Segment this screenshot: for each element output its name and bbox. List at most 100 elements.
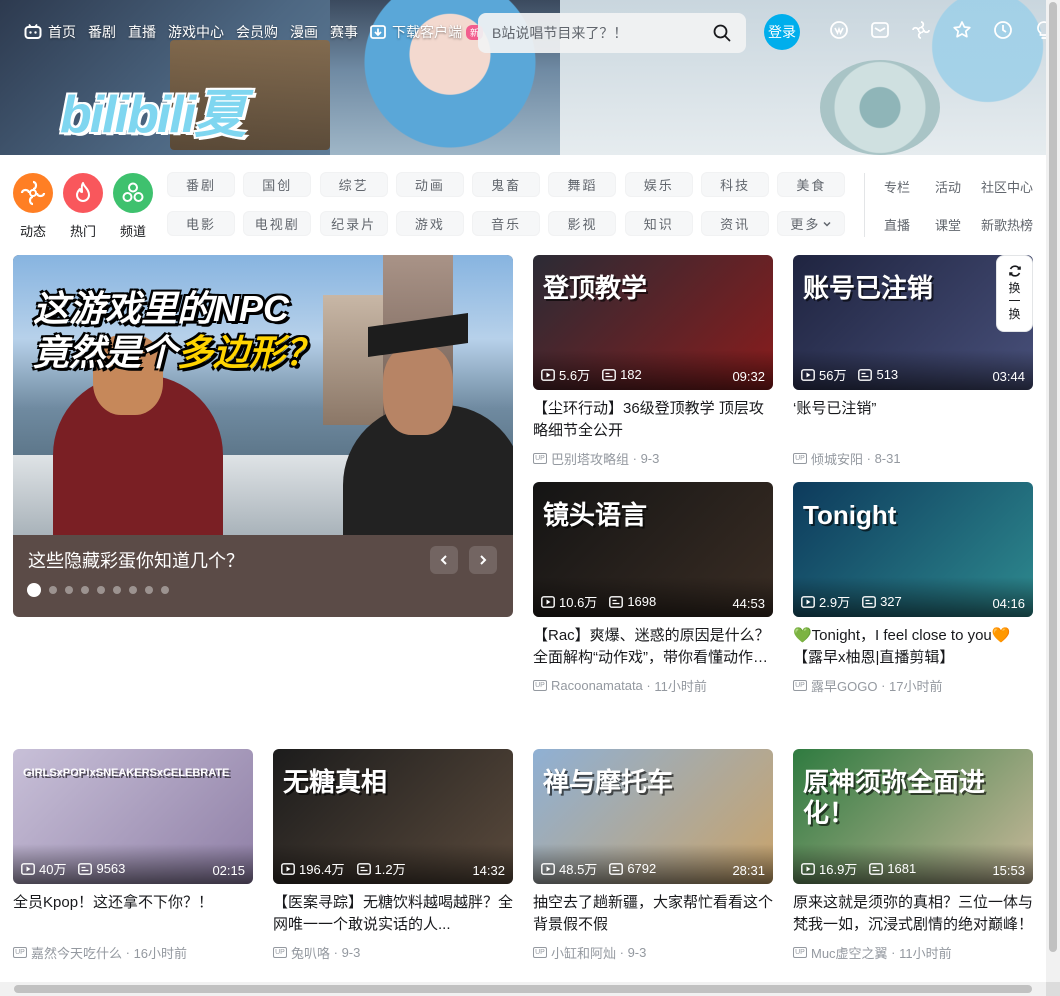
chip-variety[interactable]: 综艺 (319, 172, 388, 197)
chip-tech[interactable]: 科技 (701, 172, 770, 197)
scroll-thumb[interactable] (1049, 2, 1057, 952)
chip-tv[interactable]: 电视剧 (243, 211, 312, 236)
carousel-dot[interactable] (161, 586, 169, 594)
channel-dynamic[interactable]: 动态 (13, 173, 53, 240)
video-thumbnail[interactable]: GIRLSxPOP!xSNEAKERSxCELEBRATE 40万 9563 02:1… (13, 749, 253, 884)
link-live[interactable]: 直播 (870, 215, 924, 233)
nav-download[interactable]: 下载客户端 新 (370, 22, 484, 42)
video-author[interactable]: 兔叭咯 (291, 943, 330, 962)
chip-bangumi[interactable]: 番剧 (167, 172, 235, 197)
video-card[interactable]: 登顶教学 5.6万 182 09:32 【尘环行动】36级登顶教学 顶层攻略细节全公开 U… (533, 255, 773, 468)
chip-anime[interactable]: 动画 (395, 172, 464, 197)
video-date: 9-3 (640, 451, 660, 466)
video-thumbnail[interactable]: 登顶教学 5.6万 182 09:32 (533, 255, 773, 390)
video-author[interactable]: Muc虚空之翼 (811, 943, 888, 962)
carousel-dot[interactable] (145, 586, 153, 594)
video-title[interactable]: 【Rac】爽爆、迷惑的原因是什么？全面解构“动作戏”，带你看懂动作片的镜头语言 (533, 625, 773, 669)
video-stats: 10.6万 1698 (541, 592, 668, 611)
video-card[interactable]: Tonight 2.9万 327 04:16 💚Tonight，I feel close… (793, 482, 1033, 695)
thumbnail-text: 账号已注销 (803, 273, 934, 303)
chip-music[interactable]: 音乐 (472, 211, 541, 236)
carousel-prev-button[interactable] (430, 546, 458, 574)
link-activity[interactable]: 活动 (924, 177, 972, 195)
nav-live[interactable]: 直播 (128, 22, 156, 42)
video-author[interactable]: Racoonamatata (551, 678, 643, 693)
video-thumbnail[interactable]: 无糖真相 196.4万 1.2万 14:32 (273, 749, 513, 884)
video-title[interactable]: 全员Kpop！这还拿不下你？！ (13, 892, 253, 936)
video-thumbnail[interactable]: Tonight 2.9万 327 04:16 (793, 482, 1033, 617)
video-title[interactable]: 抽空去了趟新疆，大家帮忙看看这个背景假不假 (533, 892, 773, 936)
nav-manga[interactable]: 漫画 (290, 22, 318, 42)
horizontal-scrollbar[interactable] (0, 982, 1046, 996)
chip-food[interactable]: 美食 (777, 172, 846, 197)
nav-match[interactable]: 赛事 (330, 22, 358, 42)
nav-game-center[interactable]: 游戏中心 (168, 22, 224, 42)
carousel-dot[interactable] (129, 586, 137, 594)
video-title[interactable]: 💚Tonight，I feel close to you🧡【露早x柚恩|直播剪辑… (793, 625, 1033, 669)
video-thumbnail[interactable]: 禅与摩托车 48.5万 6792 28:31 (533, 749, 773, 884)
nav-mall[interactable]: 会员购 (236, 22, 278, 42)
carousel-dot[interactable] (113, 586, 121, 594)
dynamic-icon[interactable] (900, 20, 941, 40)
carousel-dot[interactable] (49, 586, 57, 594)
search-input[interactable] (492, 25, 702, 41)
link-community[interactable]: 社区中心 (972, 177, 1042, 195)
carousel-dot[interactable] (81, 586, 89, 594)
carousel-dot[interactable] (97, 586, 105, 594)
chip-news[interactable]: 资讯 (701, 211, 770, 236)
chip-more[interactable]: 更多 (777, 211, 846, 236)
vertical-scrollbar[interactable] (1046, 0, 1060, 984)
video-card[interactable]: 无糖真相 196.4万 1.2万 14:32 【医案寻踪】无糖饮料越喝越胖？全网唯一一个… (273, 749, 513, 962)
link-music-chart[interactable]: 新歌热榜 (972, 215, 1042, 233)
extra-links: 专栏 活动 社区中心 直播 课堂 新歌热榜 (870, 177, 1042, 233)
chip-knowledge[interactable]: 知识 (624, 211, 693, 236)
login-button[interactable]: 登录 (764, 14, 800, 50)
chip-guochuang[interactable]: 国创 (243, 172, 312, 197)
video-title[interactable]: 【医案寻踪】无糖饮料越喝越胖？全网唯一一个敢说实话的人... (273, 892, 513, 936)
bilibili-logo[interactable]: bilibili夏 (60, 72, 246, 147)
chip-movie[interactable]: 电影 (167, 211, 235, 236)
chip-kichiku[interactable]: 鬼畜 (472, 172, 541, 197)
carousel-next-button[interactable] (469, 546, 497, 574)
search-icon[interactable] (712, 23, 732, 48)
nav-bangumi[interactable]: 番剧 (88, 22, 116, 42)
video-title[interactable]: 【尘环行动】36级登顶教学 顶层攻略细节全公开 (533, 398, 773, 442)
video-card[interactable]: GIRLSxPOP!xSNEAKERSxCELEBRATE 40万 9563 02:1… (13, 749, 253, 962)
history-icon[interactable] (982, 20, 1023, 40)
favorite-icon[interactable] (941, 20, 982, 40)
chip-dance[interactable]: 舞蹈 (548, 172, 617, 197)
chip-cinephile[interactable]: 影视 (548, 211, 617, 236)
video-thumbnail[interactable]: 镜头语言 10.6万 1698 44:53 (533, 482, 773, 617)
carousel-dot[interactable] (27, 583, 41, 597)
chip-game[interactable]: 游戏 (395, 211, 464, 236)
video-author[interactable]: 倾城安阳 (811, 449, 863, 468)
link-course[interactable]: 课堂 (924, 215, 972, 233)
video-thumbnail[interactable]: 原神须弥全面进化！ 16.9万 1681 15:53 (793, 749, 1033, 884)
scroll-thumb[interactable] (14, 985, 1032, 993)
message-icon[interactable] (859, 20, 900, 40)
nav-home[interactable]: 首页 (24, 22, 76, 42)
video-author[interactable]: 露早GOGO (811, 676, 877, 695)
link-article[interactable]: 专栏 (870, 177, 924, 195)
carousel-caption[interactable]: 这些隐藏彩蛋你知道几个？ (28, 547, 244, 573)
refresh-button[interactable]: 换 一 换 (996, 255, 1033, 332)
danmaku-count: 327 (880, 594, 902, 609)
thumbnail-text: 禅与摩托车 (543, 767, 674, 797)
video-duration: 09:32 (732, 369, 765, 384)
channel-channels[interactable]: 频道 (113, 173, 153, 240)
video-card[interactable]: 镜头语言 10.6万 1698 44:53 【Rac】爽爆、迷惑的原因是什么？全面解构“… (533, 482, 773, 695)
video-author[interactable]: 嘉然今天吃什么 (31, 943, 122, 962)
chip-documentary[interactable]: 纪录片 (319, 211, 388, 236)
video-author[interactable]: 巴别塔攻略组 (551, 449, 629, 468)
channel-hot[interactable]: 热门 (63, 173, 103, 240)
video-author[interactable]: 小缸和阿灿 (551, 943, 616, 962)
play-count: 2.9万 (819, 595, 851, 610)
video-title[interactable]: ‘账号已注销” (793, 398, 1033, 442)
chip-ent[interactable]: 娱乐 (624, 172, 693, 197)
carousel-dot[interactable] (65, 586, 73, 594)
video-title[interactable]: 原来这就是须弥的真相？三位一体与梵我一如，沉浸式剧情的绝对巅峰！ (793, 892, 1033, 936)
video-card[interactable]: 原神须弥全面进化！ 16.9万 1681 15:53 原来这就是须弥的真相？三位一体与梵… (793, 749, 1033, 962)
featured-carousel[interactable]: 这游戏里的NPC 竟然是个多边形？ 这些隐藏彩蛋你知道几个？ (13, 255, 513, 617)
video-card[interactable]: 禅与摩托车 48.5万 6792 28:31 抽空去了趟新疆，大家帮忙看看这个背景假不假… (533, 749, 773, 962)
vip-icon[interactable] (818, 20, 859, 40)
